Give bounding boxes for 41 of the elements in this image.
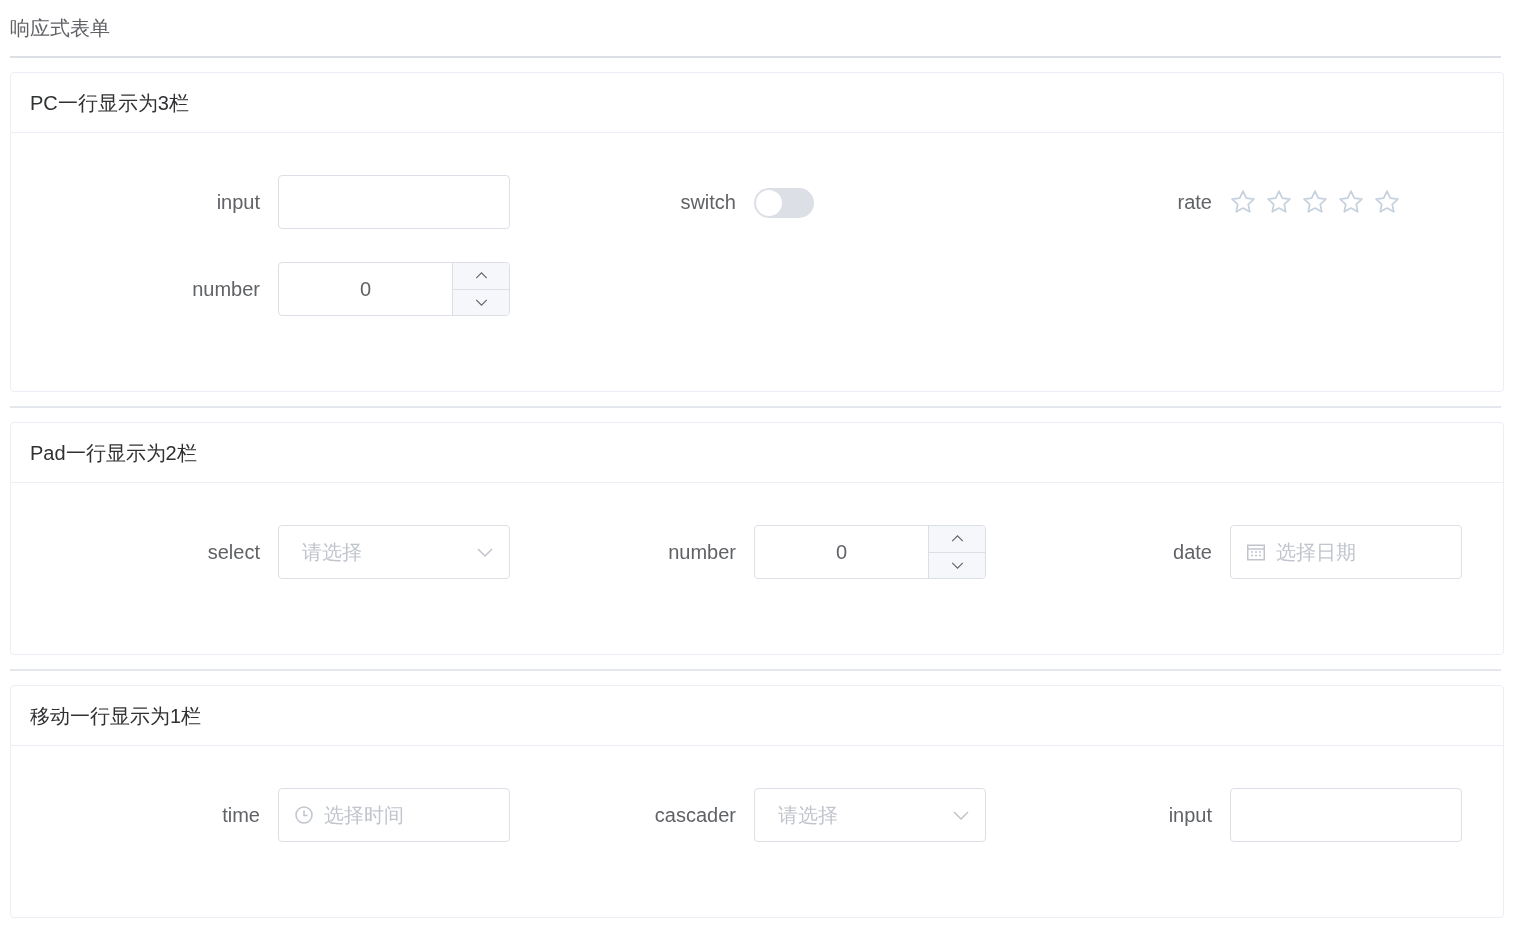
chevron-down-icon bbox=[953, 810, 969, 820]
field-label: input bbox=[1168, 803, 1212, 827]
chevron-down-icon bbox=[950, 561, 964, 569]
chevron-down-icon bbox=[474, 298, 488, 306]
star-icon[interactable] bbox=[1339, 189, 1363, 213]
number-input[interactable]: 0 bbox=[755, 526, 928, 578]
select-field[interactable]: 请选择 bbox=[278, 525, 510, 579]
star-rating[interactable] bbox=[1231, 189, 1399, 213]
number-input[interactable]: 0 bbox=[279, 263, 452, 315]
field-label: select bbox=[207, 540, 260, 564]
increase-button[interactable] bbox=[453, 263, 509, 289]
field-label: time bbox=[222, 803, 260, 827]
card-title: PC一行显示为3栏 bbox=[30, 90, 189, 115]
increase-button[interactable] bbox=[929, 526, 985, 552]
input-field[interactable] bbox=[1230, 788, 1462, 842]
star-icon[interactable] bbox=[1267, 189, 1291, 213]
card-title: 移动一行显示为1栏 bbox=[30, 703, 202, 728]
time-field[interactable]: 选择时间 bbox=[278, 788, 510, 842]
date-field[interactable]: 选择日期 bbox=[1230, 525, 1462, 579]
card-title: Pad一行显示为2栏 bbox=[30, 440, 197, 465]
decrease-button[interactable] bbox=[453, 288, 509, 315]
clock-icon bbox=[295, 806, 313, 824]
field-label: switch bbox=[680, 190, 736, 214]
star-icon[interactable] bbox=[1303, 189, 1327, 213]
field-label: number bbox=[192, 277, 260, 301]
field-label: date bbox=[1173, 540, 1212, 564]
star-icon[interactable] bbox=[1375, 189, 1399, 213]
field-label: number bbox=[668, 540, 736, 564]
input-field[interactable] bbox=[278, 175, 510, 229]
calendar-icon bbox=[1247, 543, 1265, 561]
toggle-switch[interactable] bbox=[754, 188, 814, 218]
field-label: rate bbox=[1177, 190, 1212, 214]
field-label: cascader bbox=[654, 803, 736, 827]
cascader-field[interactable]: 请选择 bbox=[754, 788, 986, 842]
page-title: 响应式表单 bbox=[10, 16, 110, 40]
star-icon[interactable] bbox=[1231, 189, 1255, 213]
chevron-up-icon bbox=[474, 272, 488, 280]
chevron-down-icon bbox=[477, 547, 493, 557]
chevron-up-icon bbox=[950, 535, 964, 543]
field-label: input bbox=[216, 190, 260, 214]
decrease-button[interactable] bbox=[929, 551, 985, 578]
